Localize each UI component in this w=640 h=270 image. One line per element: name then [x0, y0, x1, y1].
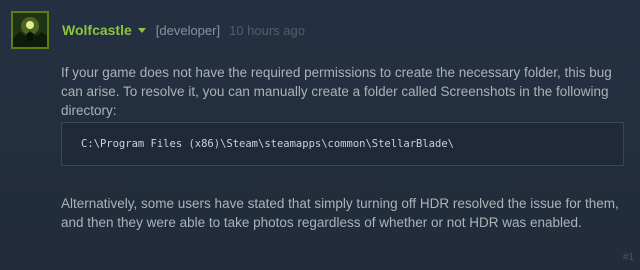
avatar-image — [13, 13, 47, 47]
post-number[interactable]: #1 — [623, 252, 634, 263]
comment-paragraph: If your game does not have the required … — [61, 65, 612, 118]
comment-card: Wolfcastle [developer] 10 hours ago If y… — [0, 0, 640, 270]
comment-timestamp: 10 hours ago — [229, 22, 305, 38]
author-name[interactable]: Wolfcastle — [62, 22, 132, 38]
avatar[interactable] — [11, 11, 49, 49]
comment-paragraph: Alternatively, some users have stated th… — [61, 196, 619, 230]
comment-header: Wolfcastle [developer] 10 hours ago — [62, 20, 305, 40]
chevron-down-icon[interactable] — [137, 27, 146, 33]
code-block: C:\Program Files (x86)\Steam\steamapps\c… — [61, 122, 624, 166]
code-path: C:\Program Files (x86)\Steam\steamapps\c… — [81, 138, 454, 150]
role-badge: [developer] — [155, 22, 221, 38]
